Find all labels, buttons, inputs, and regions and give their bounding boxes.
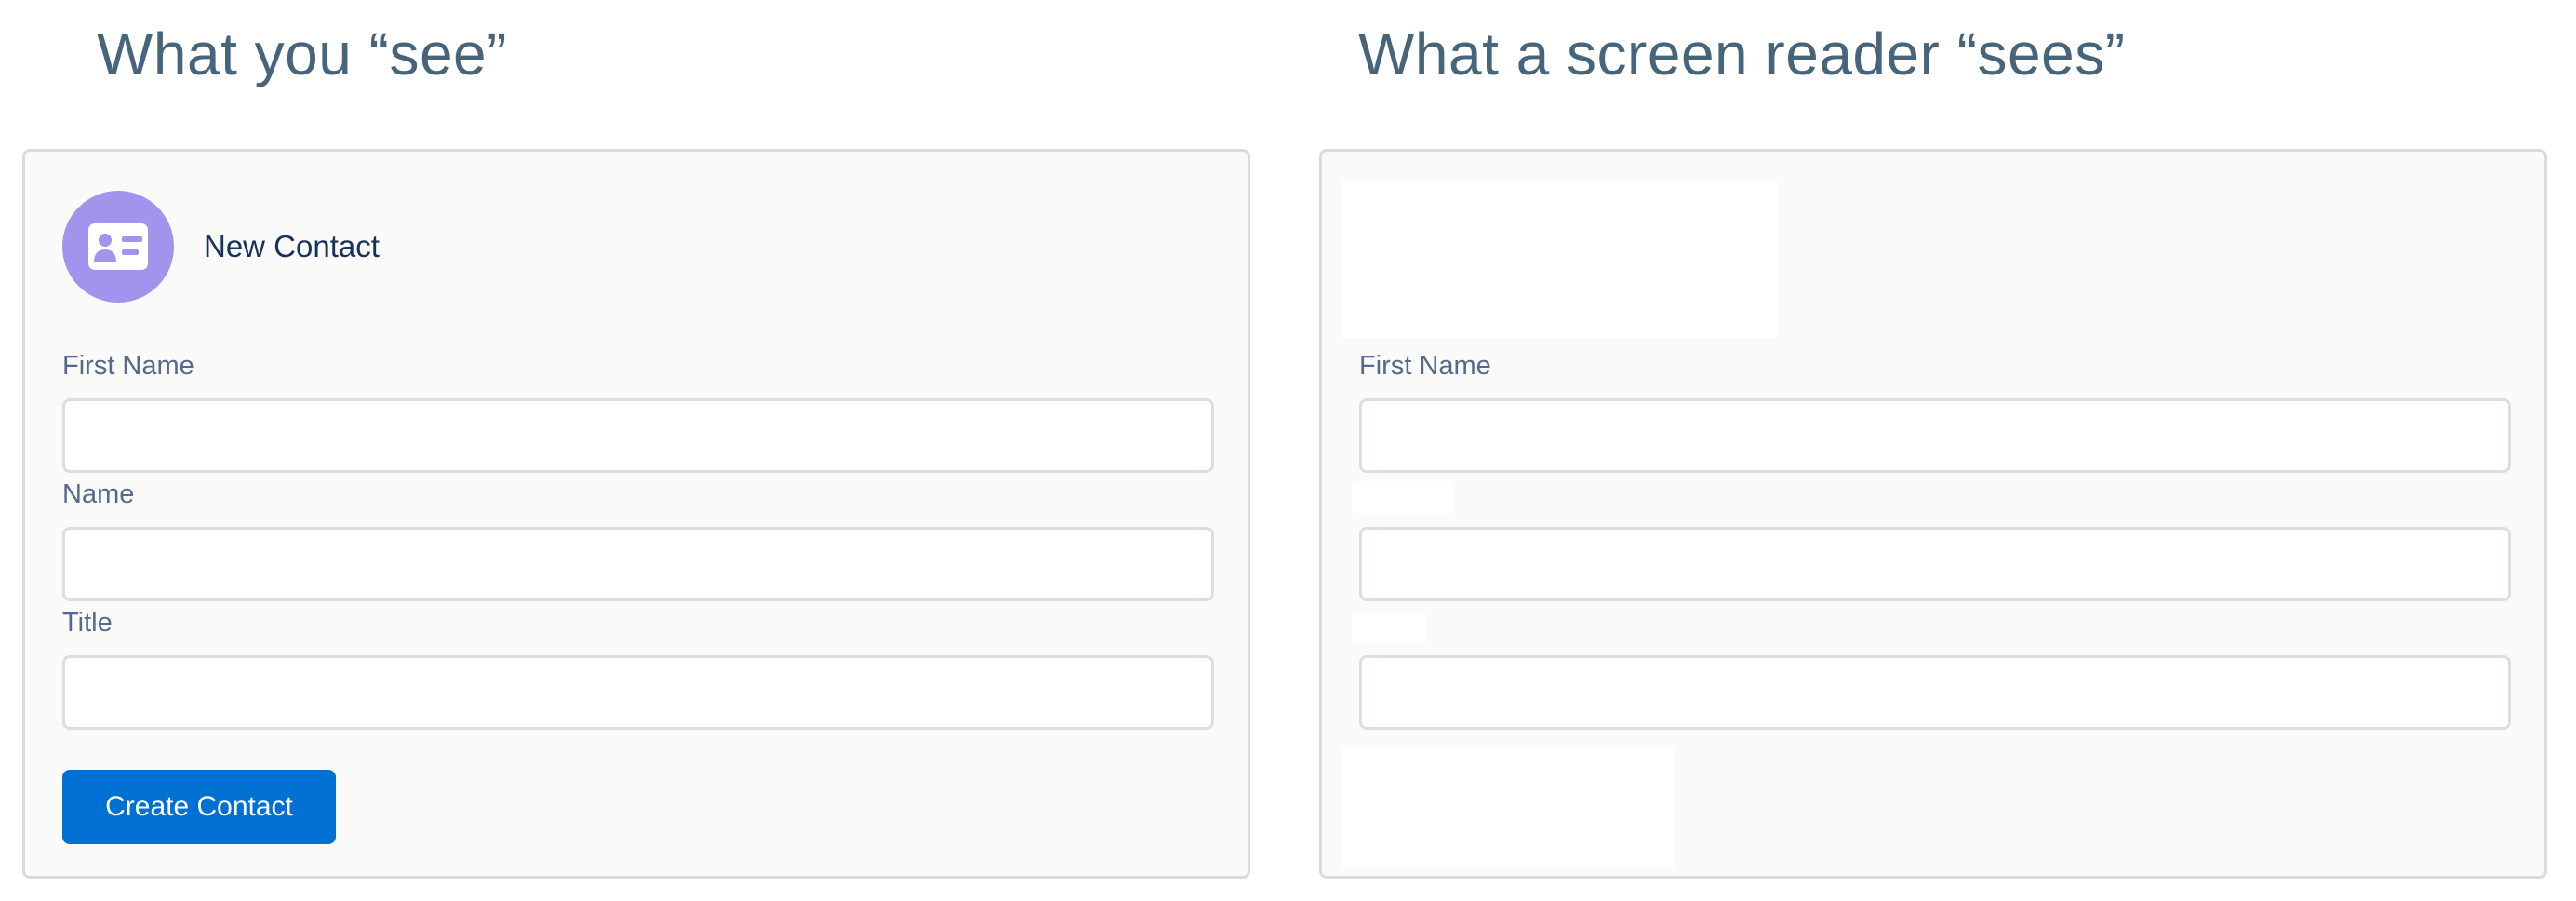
sr-unlabeled-input[interactable]	[1359, 527, 2511, 601]
card-title: New Contact	[204, 229, 380, 263]
sr-first-name-input[interactable]	[1359, 398, 2511, 473]
sr-unlabeled-input[interactable]	[1359, 655, 2511, 730]
hidden-label-placeholder	[1352, 612, 1426, 643]
name-input[interactable]	[62, 527, 1214, 601]
hidden-label-placeholder	[1352, 481, 1454, 513]
title-input[interactable]	[62, 655, 1214, 730]
first-name-input[interactable]	[62, 398, 1214, 473]
title-label: Title	[62, 608, 113, 638]
create-contact-button[interactable]: Create Contact	[62, 770, 336, 844]
name-label: Name	[62, 479, 135, 509]
visual-form-panel: New Contact First Name Name Title Create…	[22, 149, 1250, 879]
see-heading: What you “see”	[97, 20, 507, 87]
first-name-label: First Name	[62, 351, 194, 381]
hidden-header-placeholder	[1341, 180, 1778, 338]
screen-reader-heading: What a screen reader “sees”	[1358, 20, 2126, 87]
card-header: New Contact	[62, 191, 380, 303]
screen-reader-panel: First Name	[1319, 149, 2547, 879]
hidden-button-placeholder	[1341, 747, 1675, 868]
contact-card-icon	[62, 191, 174, 303]
sr-first-name-label: First Name	[1359, 351, 1491, 381]
